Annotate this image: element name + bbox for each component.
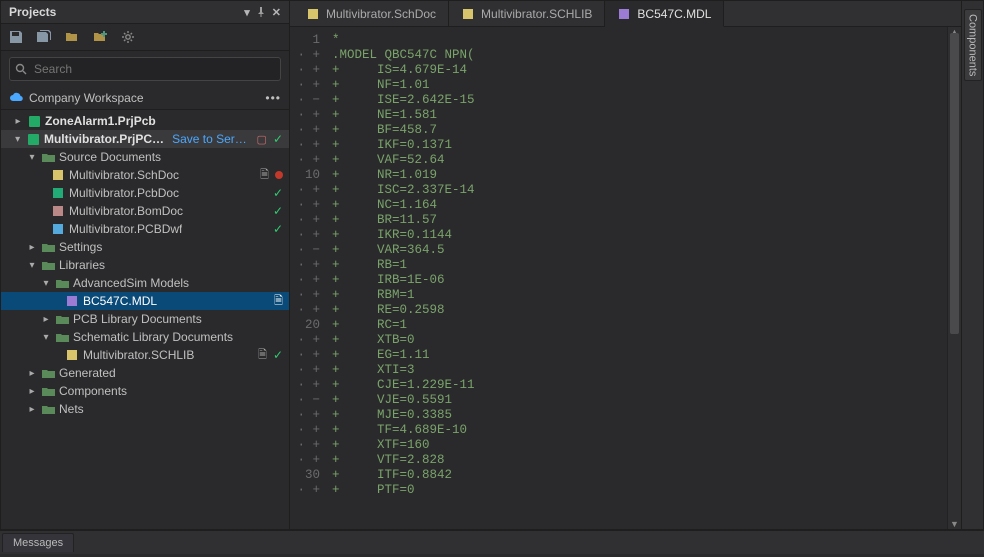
folder-libraries[interactable]: ▾ Libraries — [1, 256, 289, 274]
file-schlib-icon — [461, 7, 475, 21]
open-folder-icon[interactable] — [63, 28, 81, 46]
check-icon: ✓ — [273, 186, 283, 200]
code-editor[interactable]: 1· +· +· +· −· +· +· +· +10· +· +· +· +·… — [290, 27, 961, 529]
document-status-icon: 🗎 — [274, 292, 283, 311]
folder-settings[interactable]: ▸ Settings — [1, 238, 289, 256]
tab-bc547c[interactable]: BC547C.MDL — [605, 1, 724, 27]
expander-icon[interactable]: ▸ — [27, 386, 37, 397]
search-wrap — [9, 57, 281, 81]
file-bom-icon — [51, 204, 65, 218]
settings-icon[interactable] — [119, 28, 137, 46]
tab-schlib[interactable]: Multivibrator.SCHLIB — [449, 1, 605, 26]
panel-title: Projects — [9, 5, 56, 19]
search-icon — [15, 63, 27, 75]
code-content[interactable]: *.MODEL QBC547C NPN(+ IS=4.679E-14+ NF=1… — [328, 27, 947, 529]
add-folder-icon[interactable] — [91, 28, 109, 46]
projects-panel-header: Projects ▾ ✕ — [1, 1, 289, 24]
folder-icon — [41, 384, 55, 398]
file-dwf-icon — [51, 222, 65, 236]
folder-components[interactable]: ▸ Components — [1, 382, 289, 400]
folder-icon — [55, 330, 69, 344]
folder-icon — [41, 150, 55, 164]
folder-nets[interactable]: ▸ Nets — [1, 400, 289, 418]
file-model-icon — [65, 294, 79, 308]
projects-panel: Projects ▾ ✕ — [0, 0, 290, 530]
messages-tab[interactable]: Messages — [2, 533, 74, 552]
file-schlib[interactable]: Multivibrator.SCHLIB 🗎✓ — [1, 346, 289, 364]
expander-icon[interactable]: ▾ — [41, 332, 51, 343]
folder-icon — [55, 312, 69, 326]
panel-pin-icon[interactable] — [256, 7, 266, 17]
file-bomdoc[interactable]: Multivibrator.BomDoc ✓ — [1, 202, 289, 220]
folder-icon — [41, 258, 55, 272]
editor-area: Multivibrator.SchDoc Multivibrator.SCHLI… — [290, 0, 962, 530]
file-schematic-icon — [306, 7, 320, 21]
expander-icon[interactable]: ▸ — [41, 314, 51, 325]
folder-icon — [41, 240, 55, 254]
file-pcb-icon — [51, 186, 65, 200]
folder-source-documents[interactable]: ▾ Source Documents — [1, 148, 289, 166]
editor-tabs: Multivibrator.SchDoc Multivibrator.SCHLI… — [290, 1, 961, 27]
right-dock: Components — [962, 0, 984, 530]
cloud-icon — [9, 91, 23, 105]
check-icon: ✓ — [273, 348, 283, 362]
file-bc547c-mdl[interactable]: BC547C.MDL 🗎 — [1, 292, 289, 310]
folder-advancedsim[interactable]: ▾ AdvancedSim Models — [1, 274, 289, 292]
components-dock-tab[interactable]: Components — [964, 9, 982, 81]
projects-toolbar — [1, 24, 289, 51]
expander-icon[interactable]: ▾ — [41, 278, 51, 289]
save-to-server-link[interactable]: Save to Server — [172, 132, 248, 146]
check-icon: ✓ — [273, 222, 283, 236]
tab-schdoc[interactable]: Multivibrator.SchDoc — [294, 1, 449, 26]
project-icon — [27, 114, 41, 128]
code-gutter: 1· +· +· +· −· +· +· +· +10· +· +· +· +·… — [290, 27, 328, 529]
scroll-down-icon[interactable]: ▼ — [948, 519, 961, 529]
folder-icon — [41, 402, 55, 416]
tab-label: Multivibrator.SchDoc — [326, 7, 436, 21]
file-pcbdoc[interactable]: Multivibrator.PcbDoc ✓ — [1, 184, 289, 202]
file-model-icon — [617, 7, 631, 21]
expander-icon[interactable]: ▾ — [13, 134, 23, 145]
file-schematic-icon — [51, 168, 65, 182]
expander-icon[interactable]: ▾ — [27, 260, 37, 271]
vertical-scrollbar[interactable]: ▲ ▼ — [947, 27, 961, 529]
project-zonealarm[interactable]: ▸ ZoneAlarm1.PrjPcb — [1, 112, 289, 130]
folder-generated[interactable]: ▸ Generated — [1, 364, 289, 382]
document-status-icon: 🗎 — [260, 166, 269, 185]
project-multivibrator[interactable]: ▾ Multivibrator.PrjPCB * Save to Server … — [1, 130, 289, 148]
file-pcbdwf[interactable]: Multivibrator.PCBDwf ✓ — [1, 220, 289, 238]
panel-close-icon[interactable]: ✕ — [272, 6, 281, 19]
workspace-more-icon[interactable]: ••• — [265, 91, 281, 105]
expander-icon[interactable]: ▸ — [27, 242, 37, 253]
file-schdoc[interactable]: Multivibrator.SchDoc 🗎 — [1, 166, 289, 184]
scroll-thumb[interactable] — [950, 33, 959, 334]
workspace-row[interactable]: Company Workspace ••• — [1, 87, 289, 110]
error-dot-icon — [275, 171, 283, 179]
folder-icon — [55, 276, 69, 290]
project-tree: ▸ ZoneAlarm1.PrjPcb ▾ Multivibrator.PrjP… — [1, 110, 289, 529]
project-icon — [26, 132, 39, 146]
tab-label: Multivibrator.SCHLIB — [481, 7, 592, 21]
expander-icon[interactable]: ▸ — [27, 404, 37, 415]
expander-icon[interactable]: ▸ — [27, 368, 37, 379]
project-close-icon[interactable]: ▢ — [257, 133, 267, 146]
expander-icon[interactable]: ▾ — [27, 152, 37, 163]
tab-label: BC547C.MDL — [637, 7, 711, 21]
check-icon: ✓ — [273, 204, 283, 218]
search-input[interactable] — [9, 57, 281, 81]
save-all-icon[interactable] — [35, 28, 53, 46]
check-icon: ✓ — [273, 132, 283, 146]
folder-icon — [41, 366, 55, 380]
folder-schlib[interactable]: ▾ Schematic Library Documents — [1, 328, 289, 346]
panel-menu-icon[interactable]: ▾ — [244, 6, 250, 19]
folder-pcblib[interactable]: ▸ PCB Library Documents — [1, 310, 289, 328]
document-status-icon: 🗎 — [258, 346, 267, 365]
expander-icon[interactable]: ▸ — [13, 116, 23, 127]
bottom-bar: Messages — [0, 530, 984, 554]
file-schlib-icon — [65, 348, 79, 362]
save-icon[interactable] — [7, 28, 25, 46]
workspace-label: Company Workspace — [29, 91, 144, 105]
